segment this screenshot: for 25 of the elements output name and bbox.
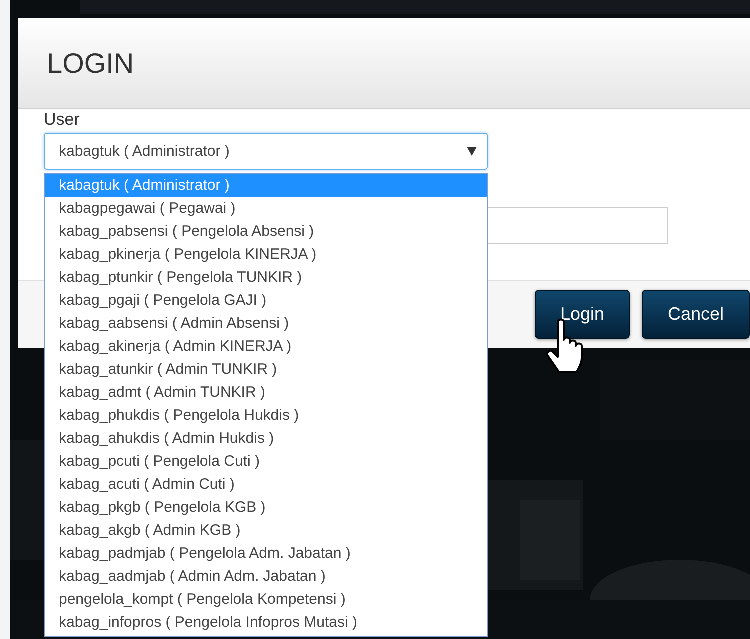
dropdown-option[interactable]: kabag_acuti ( Admin Cuti ) — [45, 473, 487, 496]
dropdown-option[interactable]: kabagpegawai ( Pegawai ) — [45, 197, 487, 220]
dropdown-option[interactable]: kabag_pabsensi ( Pengelola Absensi ) — [45, 220, 487, 243]
cancel-button[interactable]: Cancel — [642, 290, 750, 339]
dropdown-option[interactable]: kabag_akinerja ( Admin KINERJA ) — [45, 335, 487, 358]
dropdown-option[interactable]: kabag_akgb ( Admin KGB ) — [45, 519, 487, 542]
caret-icon — [467, 147, 477, 156]
dialog-title: LOGIN — [47, 48, 134, 80]
field-label: User — [44, 110, 80, 130]
dropdown-option[interactable]: kabag_ahukdis ( Admin Hukdis ) — [45, 427, 487, 450]
login-button[interactable]: Login — [535, 290, 630, 339]
dropdown-option[interactable]: kabag_pkinerja ( Pengelola KINERJA ) — [45, 243, 487, 266]
dropdown-option[interactable]: kabag_padmjab ( Pengelola Adm. Jabatan ) — [45, 542, 487, 565]
user-select[interactable]: kabagtuk ( Administrator ) — [44, 133, 488, 170]
dropdown-option[interactable]: kabag_pcuti ( Pengelola Cuti ) — [45, 450, 487, 473]
dropdown-option[interactable]: pengelola_kompt ( Pengelola Kompetensi ) — [45, 588, 487, 611]
dropdown-option[interactable]: kabag_pkgb ( Pengelola KGB ) — [45, 496, 487, 519]
dropdown-option[interactable]: kabag_atunkir ( Admin TUNKIR ) — [45, 358, 487, 381]
dropdown-option[interactable]: kabag_phukdis ( Pengelola Hukdis ) — [45, 404, 487, 427]
dropdown-option[interactable]: kabag_infopros ( Pengelola Infopros Mutasi ) — [45, 611, 487, 634]
dropdown-option[interactable]: kabag_aabsensi ( Admin Absensi ) — [45, 312, 487, 335]
dropdown-option[interactable]: kabag_aadmjab ( Admin Adm. Jabatan ) — [45, 565, 487, 588]
dropdown-option[interactable]: kabag_pgaji ( Pengelola GAJI ) — [45, 289, 487, 312]
dropdown-option[interactable]: kabag_admt ( Admin TUNKIR ) — [45, 381, 487, 404]
dropdown-option[interactable]: kabag_ptunkir ( Pengelola TUNKIR ) — [45, 266, 487, 289]
